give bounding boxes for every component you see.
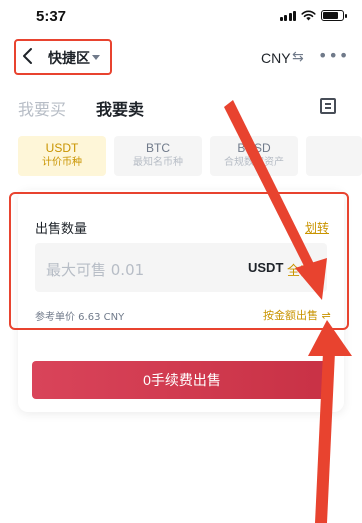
currency-selector[interactable]: CNY — [261, 50, 291, 66]
annotation-box-title — [14, 39, 112, 75]
annotation-box-form — [9, 192, 349, 330]
coin-description: 合规数字资产 — [224, 157, 284, 168]
coin-symbol: BTC — [146, 141, 170, 155]
coin-symbol: USDT — [45, 141, 79, 155]
wifi-icon — [301, 10, 316, 21]
signal-icon — [279, 10, 296, 21]
more-icon[interactable]: ••• — [318, 46, 349, 65]
swap-icon[interactable]: ⇆ — [292, 49, 304, 65]
tab-buy[interactable]: 我要买 — [18, 96, 66, 120]
battery-icon — [321, 10, 347, 21]
sell-button[interactable]: 0手续费出售 — [32, 361, 332, 399]
status-icons — [279, 10, 347, 21]
coin-tab-btc[interactable]: BTC 最知名币种 — [114, 136, 202, 176]
coin-symbol: BUSD — [237, 141, 271, 155]
coin-tab-more[interactable] — [306, 136, 362, 176]
coin-description: 计价币种 — [42, 157, 82, 168]
coin-tab-busd[interactable]: BUSD 合规数字资产 — [210, 136, 298, 176]
coin-tabs: USDT 计价币种 BTC 最知名币种 BUSD 合规数字资产 — [18, 136, 362, 176]
coin-tab-usdt[interactable]: USDT 计价币种 — [18, 136, 106, 176]
coin-description: 最知名币种 — [133, 157, 183, 168]
status-time: 5:37 — [36, 8, 67, 25]
status-bar: 5:37 — [0, 0, 362, 32]
order-list-icon[interactable] — [320, 98, 336, 114]
tab-sell[interactable]: 我要卖 — [96, 96, 144, 120]
